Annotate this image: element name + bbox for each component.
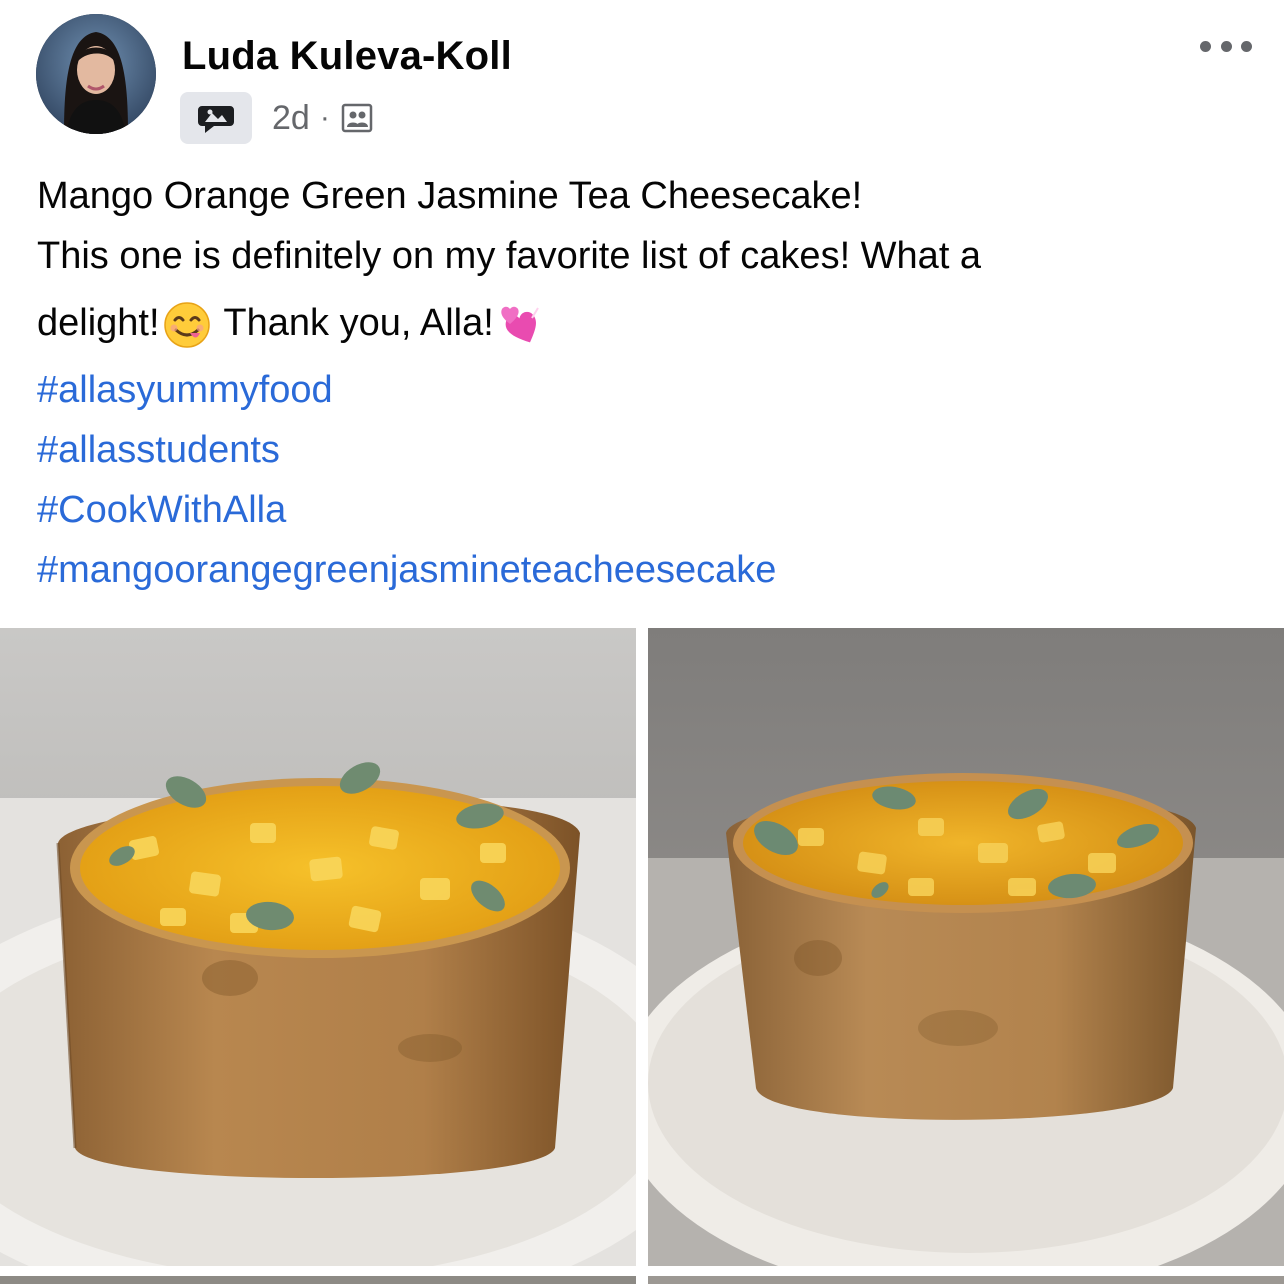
post-message: Mango Orange Green Jasmine Tea Cheesecak…: [37, 166, 1257, 600]
post-meta: 2d ·: [180, 92, 374, 144]
hashtag-link-3[interactable]: #CookWithAlla: [37, 480, 1257, 540]
more-options-icon[interactable]: [1196, 28, 1256, 64]
post-text-line-1: Mango Orange Green Jasmine Tea Cheesecak…: [37, 175, 863, 217]
post-text-thanks: Thank you, Alla!: [213, 302, 494, 344]
meta-separator: ·: [319, 101, 330, 134]
hashtag-link-1[interactable]: #allasyummyfood: [37, 360, 1257, 420]
hashtag-link-2[interactable]: #allasstudents: [37, 420, 1257, 480]
cheesecake-photo-2[interactable]: [648, 628, 1284, 1266]
more-dot-2: [1220, 40, 1232, 52]
author-avatar[interactable]: [36, 14, 156, 134]
post-text-line-3: delight! Thank you, Alla!: [37, 286, 1257, 360]
more-dot-3: [1241, 40, 1252, 52]
author-name[interactable]: Luda Kuleva-Koll: [182, 34, 512, 79]
cheesecake-photo-1[interactable]: [0, 628, 636, 1266]
post-header: Luda Kuleva-Koll 2d ·: [0, 0, 1284, 160]
group-members-icon: [340, 101, 374, 135]
two-hearts-emoji: [496, 300, 546, 350]
cheesecake-photo-4[interactable]: [648, 1276, 1284, 1284]
cheesecake-photo-3[interactable]: [0, 1276, 636, 1284]
yum-face-emoji: [162, 300, 212, 350]
more-dot-1: [1200, 40, 1211, 52]
post-text-delight: delight!: [37, 302, 160, 344]
hashtag-link-4[interactable]: #mangoorangegreenjasmineteacheesecake: [37, 540, 1257, 600]
post-time[interactable]: 2d: [272, 99, 310, 138]
post-text-line-2: This one is definitely on my favorite li…: [37, 235, 982, 277]
group-chat-icon[interactable]: [180, 92, 252, 144]
